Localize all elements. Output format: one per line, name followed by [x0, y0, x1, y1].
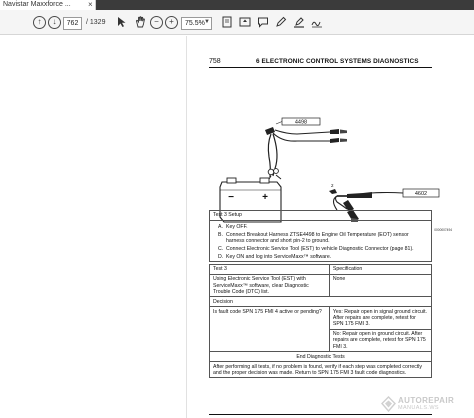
watermark-logo-icon	[381, 396, 396, 412]
label-4602: 4602	[415, 191, 427, 197]
up-arrow-icon[interactable]: ↑	[33, 16, 46, 29]
page-number: 758	[209, 58, 221, 65]
end-tests-text: After performing all tests, if no proble…	[209, 361, 432, 379]
page-total: / 1329	[86, 19, 106, 26]
connector-clip	[330, 129, 339, 134]
test-procedure: Using Electronic Service Tool (EST) with…	[209, 273, 330, 298]
close-icon[interactable]: ×	[88, 0, 93, 9]
zoom-in-icon[interactable]: +	[165, 16, 178, 29]
decision-question: Is fault code SPN 175 FMI 4 active or pe…	[209, 306, 330, 353]
setup-step: C. Connect Electronic Service Tool (EST) …	[218, 245, 414, 252]
hand-icon[interactable]	[132, 14, 148, 30]
document-tab[interactable]: Navistar Maxxforce ... ×	[0, 0, 96, 10]
figure-code: 0000007494	[434, 228, 452, 232]
setup-header: Test 3 Setup	[209, 210, 432, 221]
decision-yes: Yes: Repair open in signal ground circui…	[328, 306, 433, 330]
test-header: Test 3	[209, 264, 330, 275]
setup-step: D. Key ON and log into ServiceMaxx™ softw…	[218, 253, 332, 260]
side-panel	[0, 36, 187, 418]
tab-title: Navistar Maxxforce ...	[3, 1, 71, 8]
svg-text:2: 2	[331, 183, 334, 188]
watermark: AUTOREPAIR MANUALS.WS	[381, 394, 471, 416]
watermark-line2: MANUALS.WS	[398, 405, 439, 411]
battery-plus: +	[262, 192, 268, 203]
battery-minus: −	[228, 192, 234, 203]
chevron-down-icon[interactable]: ▼	[204, 19, 210, 25]
tab-strip: Navistar Maxxforce ... ×	[0, 0, 474, 10]
document-page[interactable]: 758 6 ELECTRONIC CONTROL SYSTEMS DIAGNOS…	[187, 36, 474, 418]
test-table: Test 3 Specification Using Electronic Se…	[209, 264, 433, 379]
label-4498: 4498	[295, 120, 307, 126]
watermark-line1: AUTOREPAIR	[398, 396, 455, 405]
section-title: 6 ELECTRONIC CONTROL SYSTEMS DIAGNOSTICS	[256, 58, 419, 65]
setup-table: Test 3 Setup A. Key OFF. B. Connect Breako…	[209, 210, 432, 263]
decision-header: Decision	[209, 296, 432, 308]
decision-no: No: Repair open in ground circuit. After…	[328, 328, 433, 353]
setup-step: B. Connect Breakout Harness ZTSE4498 to E…	[218, 231, 409, 244]
cursor-icon[interactable]	[114, 14, 130, 30]
page-number-input[interactable]: 762	[63, 17, 82, 30]
test-specification: None	[328, 273, 433, 298]
scroll-mode-icon[interactable]	[237, 14, 253, 30]
setup-step: A. Key OFF.	[218, 223, 248, 230]
fit-page-icon[interactable]	[219, 14, 235, 30]
highlight-icon[interactable]	[291, 14, 307, 30]
specification-header: Specification	[328, 264, 433, 275]
connector-clip	[330, 138, 339, 143]
pen-icon[interactable]	[273, 14, 289, 30]
end-tests-header: End Diagnostic Tests	[209, 351, 432, 363]
down-arrow-icon[interactable]: ↓	[48, 16, 61, 29]
sign-icon[interactable]	[309, 14, 325, 30]
toolbar: ↑ ↓ 762 / 1329 − + 75.5% ▼	[0, 10, 474, 35]
comment-icon[interactable]	[255, 14, 271, 30]
header-rule	[209, 67, 432, 68]
zoom-out-icon[interactable]: −	[150, 16, 163, 29]
harness-connector	[347, 192, 372, 198]
setup-steps: A. Key OFF. B. Connect Breakout Harness ZT…	[209, 219, 432, 263]
